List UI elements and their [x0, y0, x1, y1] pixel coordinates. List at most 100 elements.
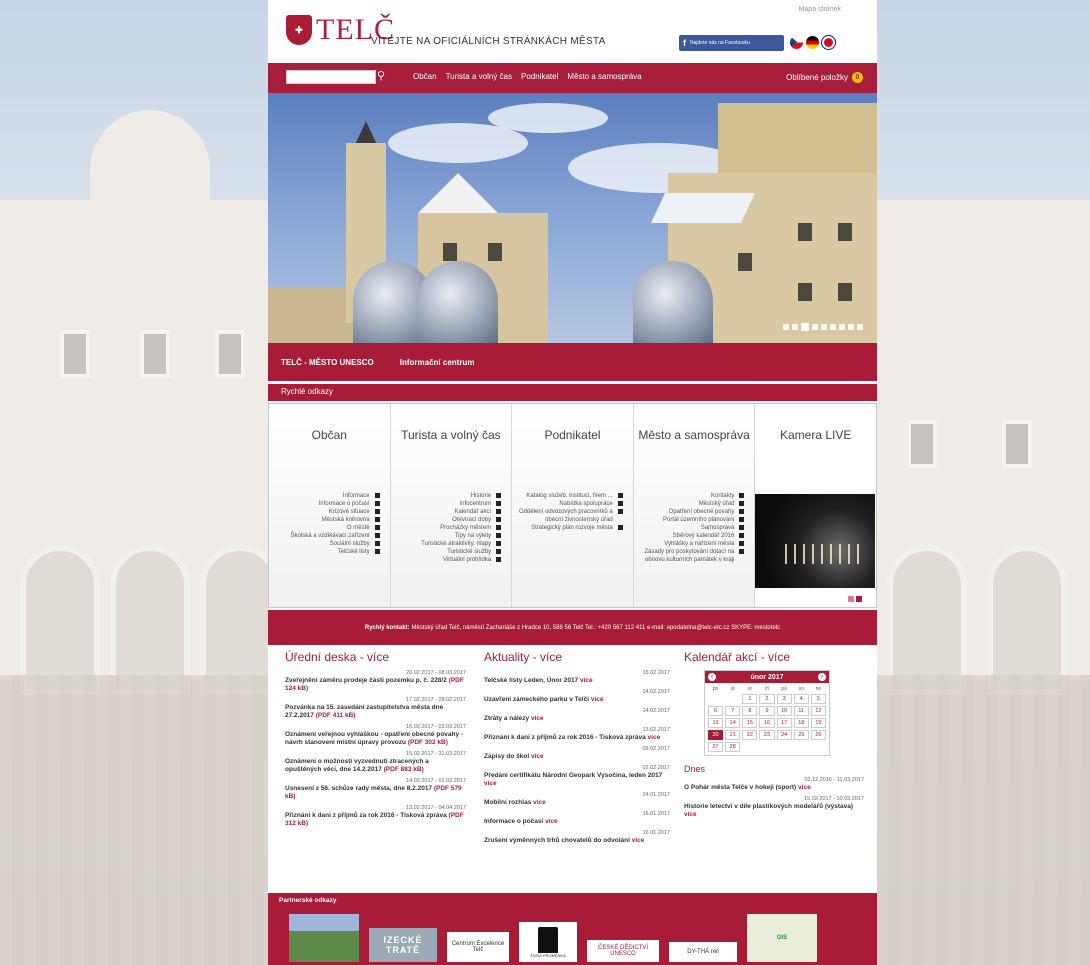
calendar-day[interactable]: 14	[725, 718, 741, 728]
calendar-day[interactable]: 21	[725, 730, 741, 740]
more-link[interactable]: více	[533, 799, 546, 806]
quick-link-item[interactable]: Procházky městem	[397, 524, 502, 532]
partner-logo-dytha[interactable]: DY-THÁ reil	[669, 942, 737, 962]
slideshow-dot[interactable]	[783, 324, 789, 330]
news-entry[interactable]: 16.01.2017 Informace o počasí více	[484, 811, 670, 826]
calendar-day[interactable]: 11	[793, 706, 809, 716]
calendar-day[interactable]: 9	[759, 706, 775, 716]
more-link[interactable]: více	[591, 696, 604, 703]
calendar-day[interactable]: 18	[793, 718, 809, 728]
camera-pager-dot[interactable]	[847, 596, 854, 602]
pdf-link[interactable]: (PDF 411 kB)	[316, 712, 356, 719]
calendar-day[interactable]: 6	[708, 706, 724, 716]
quick-link-item[interactable]: Strategický plán rozvoje města	[518, 524, 623, 532]
quick-link-item[interactable]: Nabídka spolupráce	[518, 500, 623, 508]
nav-link-obcan[interactable]: Občan	[413, 72, 437, 81]
quick-link-item[interactable]: Zásady pro poskytování dotací na obnovu …	[640, 548, 745, 564]
official-board-entry[interactable]: 14.02.2017 - 01.03.2017 Usnesení z 56. sc…	[285, 778, 466, 801]
news-entry[interactable]: 14.02.2017 Uzavření zámeckého parku v Tel…	[484, 689, 670, 704]
quick-link-item[interactable]: Krizové situace	[275, 508, 380, 516]
slideshow-dot[interactable]	[830, 324, 836, 330]
calendar-day[interactable]: 7	[725, 706, 741, 716]
official-board-entry[interactable]: 17.02.2017 - 28.02.2017 Pozvánka na 15. z…	[285, 697, 466, 720]
partner-logo-zivna[interactable]: ŽIVNÁ PROMĚNKA	[519, 922, 577, 962]
search-input[interactable]	[286, 70, 376, 84]
partner-logo-map[interactable]	[289, 914, 359, 962]
quick-link-item[interactable]: Informace o počasí	[275, 500, 380, 508]
quick-link-item[interactable]: Opatření obecné povahy	[640, 508, 745, 516]
calendar-day[interactable]: 23	[759, 730, 775, 740]
quick-col-title[interactable]: Město a samospráva	[634, 428, 755, 443]
calendar-day[interactable]: 8	[742, 706, 758, 716]
more-link[interactable]: více	[580, 677, 593, 684]
quick-link-item[interactable]: Infocentrum	[397, 500, 502, 508]
info-center-link[interactable]: Informační centrum	[400, 358, 475, 367]
calendar-day[interactable]: 2	[759, 694, 775, 704]
news-entry[interactable]: 14.02.2017 Ztráty a nálezy více	[484, 708, 670, 723]
calendar-day[interactable]: 13	[708, 718, 724, 728]
official-board-entry[interactable]: 13.02.2017 - 04.04.2017 Přiznání k dani z…	[285, 805, 466, 828]
official-board-entry[interactable]: 15.02.2017 - 31.03.2017 Oznámení o možnos…	[285, 751, 466, 774]
calendar-day[interactable]: 19	[810, 718, 826, 728]
quick-col-title[interactable]: Kamera LIVE	[755, 428, 876, 443]
calendar-day[interactable]: 26	[810, 730, 826, 740]
partner-logo-centrum[interactable]: Centrum Excelence Telč	[447, 932, 509, 962]
quick-link-item[interactable]: Kalendář akcí	[397, 508, 502, 516]
calendar-day[interactable]: 24	[776, 730, 792, 740]
calendar-day[interactable]: 4	[793, 694, 809, 704]
nav-link-mesto[interactable]: Město a samospráva	[567, 72, 641, 81]
more-link[interactable]: více	[531, 753, 544, 760]
quick-link-item[interactable]: O městě	[275, 524, 380, 532]
slideshow-dot[interactable]	[812, 324, 818, 330]
calendar-day[interactable]: 17	[776, 718, 792, 728]
calendar-title[interactable]: Kalendář akcí - více	[684, 650, 864, 664]
partner-logo-unesco[interactable]: ČESKÉ DĚDICTVÍ UNESCO	[587, 940, 659, 962]
quick-link-item[interactable]: Informace	[275, 492, 380, 500]
more-link[interactable]: více	[632, 837, 645, 844]
slideshow-dot[interactable]	[857, 324, 863, 330]
quick-col-title[interactable]: Podnikatel	[512, 428, 633, 443]
news-entry[interactable]: 24.01.2017 Mobilní rozhlas více	[484, 792, 670, 807]
news-title[interactable]: Aktuality - více	[484, 650, 670, 664]
today-event[interactable]: 15.02.2017 - 10.03.2017 Historie letectví…	[684, 796, 864, 819]
quick-link-item[interactable]: Historie	[397, 492, 502, 500]
quick-link-item[interactable]: Virtuální prohlídka	[397, 556, 502, 564]
partner-logo-gis[interactable]: GIS	[747, 914, 817, 962]
official-board-entry[interactable]: 20.02.2017 - 08.03.2017 Zveřejnění záměru…	[285, 670, 466, 693]
quick-link-item[interactable]: Kontakty	[640, 492, 745, 500]
calendar-day[interactable]: 27	[708, 742, 724, 752]
official-board-title[interactable]: Úřední deska - více	[285, 650, 466, 664]
quick-link-item[interactable]: Katalog služeb, institucí, firem ...	[518, 492, 623, 500]
calendar-day[interactable]: 15	[742, 718, 758, 728]
live-camera-view[interactable]	[755, 494, 876, 588]
calendar-day[interactable]: 20	[708, 730, 724, 740]
facebook-button[interactable]: f Najdete nás na Facebooku	[679, 35, 784, 51]
slideshow-dot[interactable]	[839, 324, 845, 330]
news-entry[interactable]: 09.02.2017 Zápisy do škol více	[484, 746, 670, 761]
calendar-day[interactable]: 16	[759, 718, 775, 728]
quick-link-item[interactable]: Telčské listy	[275, 548, 380, 556]
hero-slideshow[interactable]	[268, 93, 877, 343]
quick-link-item[interactable]: Městský úřad	[640, 500, 745, 508]
news-entry[interactable]: 15.02.2017 Telčské listy Leden, Únor 2017…	[484, 670, 670, 685]
news-entry[interactable]: 13.02.2017 Přiznání k dani z příjmů za ro…	[484, 727, 670, 742]
prev-month-button[interactable]: ‹	[708, 673, 716, 681]
quick-link-item[interactable]: Otevírací doby	[397, 516, 502, 524]
favorites-link[interactable]: Oblíbené položky 0	[786, 72, 863, 83]
quick-link-item[interactable]: Turistické služby	[397, 548, 502, 556]
quick-link-item[interactable]: Samospráva	[640, 524, 745, 532]
slideshow-dot[interactable]	[792, 324, 798, 330]
quick-link-item[interactable]: Portál územního plánování	[640, 516, 745, 524]
calendar-day[interactable]: 3	[776, 694, 792, 704]
next-month-button[interactable]: ›	[817, 673, 826, 681]
quick-link-item[interactable]: Oddělení odvozových pracovníků a obecní …	[518, 508, 623, 524]
quick-link-item[interactable]: Školská a vzdělávací zařízení	[275, 532, 380, 540]
pdf-link[interactable]: (PDF 883 kB)	[384, 766, 424, 773]
calendar-day[interactable]: 1	[742, 694, 758, 704]
official-board-entry[interactable]: 16.02.2017 - 03.03.2017 Oznámení veřejnou…	[285, 724, 466, 747]
more-link[interactable]: více	[545, 818, 558, 825]
quick-link-item[interactable]: Tipy na výlety	[397, 532, 502, 540]
news-entry[interactable]: 16.01.2017 Zrušení výměnných trhů chovate…	[484, 830, 670, 845]
nav-link-turista[interactable]: Turista a volný čas	[446, 72, 512, 81]
czech-flag-icon[interactable]	[790, 36, 803, 49]
